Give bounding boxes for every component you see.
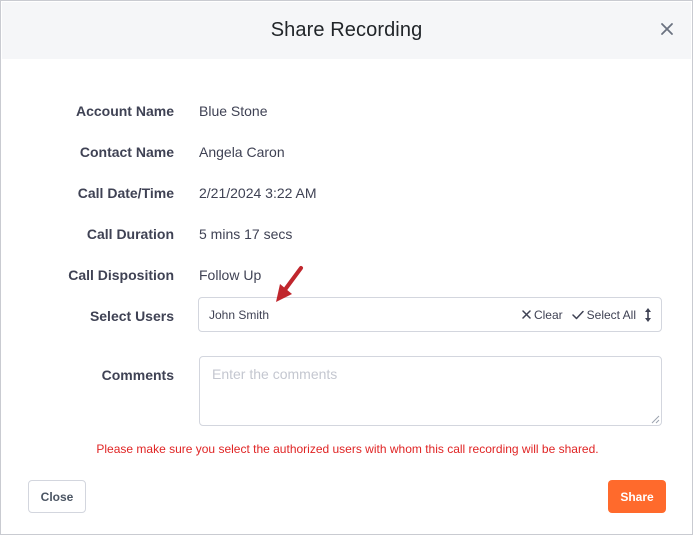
field-label: Account Name bbox=[75, 103, 174, 119]
field-value: Follow Up bbox=[199, 267, 262, 283]
field-value: Blue Stone bbox=[199, 103, 268, 119]
selected-user-chip[interactable]: John Smith bbox=[209, 308, 269, 322]
field-row-call-duration: Call Duration 5 mins 17 secs bbox=[1, 224, 693, 244]
dropdown-toggle[interactable] bbox=[644, 307, 655, 323]
field-value: 5 mins 17 secs bbox=[199, 226, 293, 242]
field-value: 2/21/2024 3:22 AM bbox=[199, 185, 317, 201]
share-button[interactable]: Share bbox=[608, 480, 666, 513]
resize-handle-icon[interactable] bbox=[651, 415, 660, 424]
select-users-label: Select Users bbox=[89, 308, 174, 324]
field-row-call-date-time: Call Date/Time 2/21/2024 3:22 AM bbox=[1, 183, 693, 203]
authorization-warning: Please make sure you select the authoriz… bbox=[96, 442, 599, 456]
field-label: Call Disposition bbox=[68, 267, 174, 283]
close-icon bbox=[661, 23, 673, 35]
dialog-title: Share Recording bbox=[270, 19, 423, 41]
field-row-account-name: Account Name Blue Stone bbox=[1, 101, 693, 121]
clear-selection-button[interactable]: Clear bbox=[522, 308, 563, 322]
check-icon bbox=[571, 310, 584, 319]
field-row-call-disposition: Call Disposition Follow Up bbox=[1, 265, 693, 285]
field-label: Contact Name bbox=[79, 144, 174, 160]
sort-arrows-icon bbox=[645, 307, 651, 322]
field-value: Angela Caron bbox=[199, 144, 285, 160]
field-label: Call Duration bbox=[86, 226, 174, 242]
comments-textarea[interactable] bbox=[199, 356, 662, 426]
field-row-contact-name: Contact Name Angela Caron bbox=[1, 142, 693, 162]
share-recording-dialog: Share Recording Account Name Blue Stone … bbox=[0, 0, 693, 535]
field-label: Call Date/Time bbox=[77, 185, 174, 201]
dialog-header: Share Recording bbox=[2, 2, 691, 59]
comments-label: Comments bbox=[101, 367, 174, 383]
select-actions: Clear Select All bbox=[522, 298, 655, 331]
select-all-button[interactable]: Select All bbox=[571, 307, 636, 322]
select-all-label: Select All bbox=[586, 307, 636, 322]
close-button[interactable]: Close bbox=[28, 480, 86, 513]
clear-label: Clear bbox=[533, 307, 563, 322]
select-users-dropdown[interactable]: John Smith Clear Select All bbox=[198, 297, 662, 332]
arrow-pointer-icon bbox=[276, 266, 303, 302]
x-icon bbox=[522, 310, 531, 319]
dialog-close-button[interactable] bbox=[657, 19, 677, 39]
